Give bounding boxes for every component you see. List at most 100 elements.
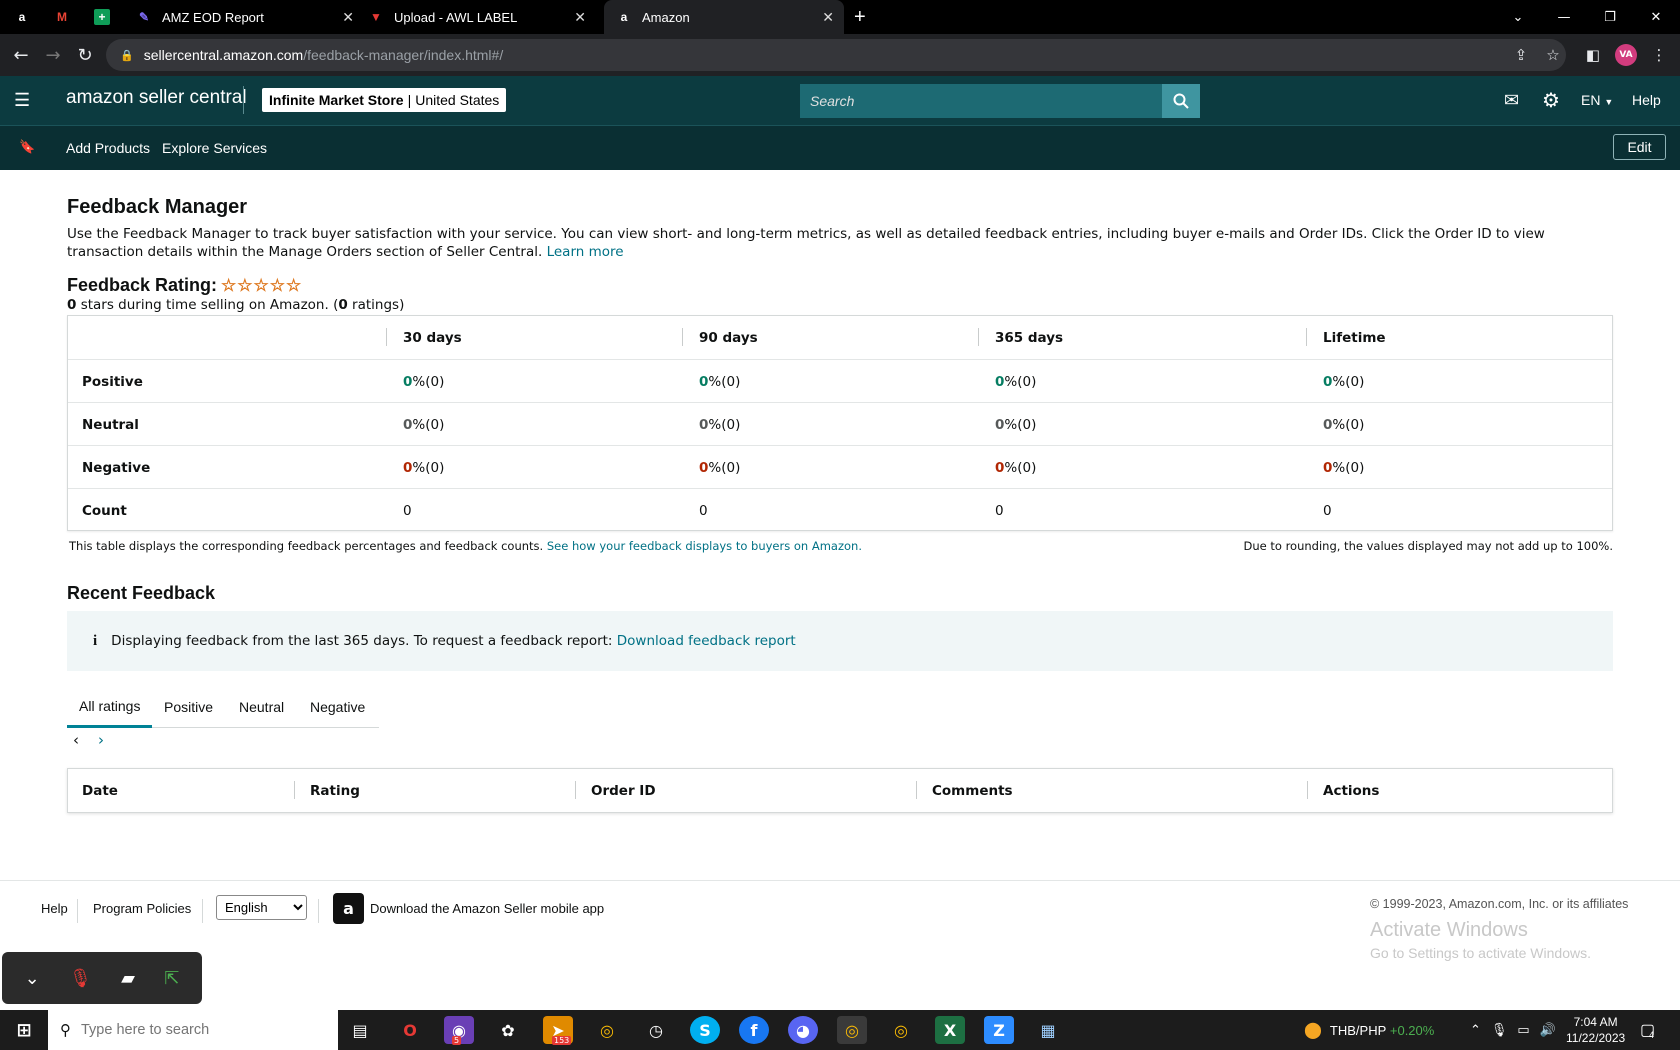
tab-gmail-pinned[interactable]: M <box>54 0 84 34</box>
minimize-button[interactable]: — <box>1541 0 1587 34</box>
close-window-button[interactable]: ✕ <box>1633 0 1679 34</box>
discord-icon[interactable]: ◕ <box>788 1016 818 1044</box>
tab-amz-eod-report[interactable]: ✎ AMZ EOD Report ✕ <box>136 0 364 34</box>
learn-more-link[interactable]: Learn more <box>547 244 624 260</box>
mail-icon[interactable]: ✉ <box>1504 90 1519 111</box>
currency-widget[interactable]: ⬤ THB/PHP +0.20% <box>1304 1010 1434 1050</box>
rating-label: Feedback Rating: <box>67 275 218 295</box>
cell-neutral-30: 0 %(0) <box>403 403 444 446</box>
column-date[interactable]: Date <box>82 769 118 812</box>
opera-icon[interactable]: O <box>395 1016 425 1044</box>
close-tab-icon[interactable]: ✕ <box>574 9 586 26</box>
prev-page-icon[interactable]: ‹ <box>73 731 79 749</box>
footer-language-select[interactable]: English <box>216 895 307 920</box>
notepad-icon[interactable]: ▦ <box>1033 1016 1063 1044</box>
notifications-button[interactable]: ▢ 4 <box>1640 1010 1655 1050</box>
tab-upload-awl-label[interactable]: ▼ Upload - AWL LABEL ✕ <box>368 0 596 34</box>
amazon-seller-app-icon[interactable]: a <box>333 893 364 924</box>
camera-icon[interactable]: ▰ <box>121 968 135 989</box>
feedback-display-link[interactable]: See how your feedback displays to buyers… <box>547 539 862 553</box>
task-view-icon[interactable]: ▤ <box>345 1016 375 1044</box>
chrome-icon[interactable]: ◎ <box>592 1016 622 1044</box>
zoom-icon[interactable]: Z <box>984 1016 1014 1044</box>
facebook-icon[interactable]: f <box>739 1016 769 1044</box>
download-report-link[interactable]: Download feedback report <box>617 633 796 649</box>
store-selector[interactable]: Infinite Market Store | United States <box>262 88 507 112</box>
menu-dots-icon[interactable]: ⋮ <box>1648 44 1670 66</box>
column-divider <box>1307 781 1308 799</box>
restore-button[interactable]: ❐ <box>1587 0 1633 34</box>
cell-negative-30: 0 %(0) <box>403 446 444 489</box>
plus-icon: + <box>854 5 866 28</box>
network-icon[interactable]: ▭ <box>1517 1022 1529 1038</box>
seller-central-logo[interactable]: amazon seller central <box>66 87 247 109</box>
side-panel-icon[interactable]: ◧ <box>1582 44 1604 66</box>
tab-amazon-pinned[interactable]: a <box>14 0 44 34</box>
language-selector[interactable]: EN ▼ <box>1581 92 1613 108</box>
table-row-count: Count 0 0 0 0 <box>68 488 1612 531</box>
chrome-profile-w-icon[interactable]: ◎ <box>886 1016 916 1044</box>
edit-button[interactable]: Edit <box>1613 134 1666 160</box>
column-order-id[interactable]: Order ID <box>591 769 656 812</box>
windows-start-icon[interactable]: ⊞ <box>9 1016 39 1044</box>
excel-icon[interactable]: X <box>935 1016 965 1044</box>
search-icon: ⚲ <box>60 1021 71 1039</box>
microphone-icon[interactable]: 🎙 <box>1491 1022 1508 1038</box>
cell-suffix: %(0) <box>1332 416 1365 433</box>
taskbar-search-input[interactable] <box>81 1022 281 1038</box>
column-comments[interactable]: Comments <box>932 769 1013 812</box>
column-divider <box>575 781 576 799</box>
tab-neutral[interactable]: Neutral <box>239 686 284 728</box>
tab-search-button[interactable]: ⌄ <box>1495 0 1541 34</box>
gear-icon[interactable]: ⚙ <box>1542 88 1560 113</box>
cell-count-365: 0 <box>995 502 1004 519</box>
clock[interactable]: 7:04 AM 11/22/2023 <box>1566 1010 1625 1050</box>
app-icon[interactable]: ✿ <box>493 1016 523 1044</box>
nav-add-products[interactable]: Add Products <box>66 140 150 156</box>
browser-toolbar: ← → ↻ 🔒 sellercentral.amazon.com/feedbac… <box>0 34 1680 76</box>
new-tab-button[interactable]: + <box>854 0 874 34</box>
cell-neutral-lifetime: 0 %(0) <box>1323 403 1364 446</box>
skype-icon[interactable]: S <box>690 1016 720 1044</box>
recent-feedback-table: Date Rating Order ID Comments Actions <box>67 768 1613 813</box>
chevron-down-icon[interactable]: ⌄ <box>25 968 40 989</box>
profile-avatar[interactable]: VA <box>1615 44 1637 66</box>
search-input[interactable] <box>810 93 1150 109</box>
address-bar[interactable]: 🔒 sellercentral.amazon.com/feedback-mana… <box>106 39 1566 71</box>
footer-program-policies-link[interactable]: Program Policies <box>93 901 191 916</box>
meeting-controls: ⌄ 🎙 ▰ ⇱ <box>2 952 202 1004</box>
download-app-link[interactable]: Download the Amazon Seller mobile app <box>370 901 604 916</box>
next-page-icon[interactable]: › <box>98 731 104 749</box>
info-icon: i <box>93 632 98 649</box>
page-title: Feedback Manager <box>67 196 248 218</box>
tab-positive[interactable]: Positive <box>164 686 213 728</box>
clock-app-icon[interactable]: ◷ <box>641 1016 671 1044</box>
hamburger-icon[interactable]: ☰ <box>14 90 30 111</box>
share-icon[interactable]: ⇪ <box>1510 44 1532 66</box>
volume-icon[interactable]: 🔊 <box>1540 1022 1556 1038</box>
footer-divider <box>202 899 203 923</box>
tab-all-ratings[interactable]: All ratings <box>67 686 153 728</box>
tab-sheets-pinned[interactable]: + <box>94 0 124 34</box>
close-tab-icon[interactable]: ✕ <box>342 9 354 26</box>
chrome-profile-va-icon[interactable]: ◎ <box>837 1016 867 1044</box>
chevron-up-icon[interactable]: ⌃ <box>1470 1022 1481 1038</box>
bookmark-star-icon[interactable]: ☆ <box>1542 44 1564 66</box>
forward-button[interactable]: → <box>42 44 64 66</box>
close-tab-icon[interactable]: ✕ <box>822 9 834 26</box>
reload-button[interactable]: ↻ <box>74 44 96 66</box>
mic-muted-icon[interactable]: 🎙 <box>69 968 92 989</box>
bookmark-nav: 🔖 Add Products Explore Services Edit <box>0 126 1680 170</box>
tab-negative[interactable]: Negative <box>310 686 365 728</box>
share-screen-icon[interactable]: ⇱ <box>164 968 179 989</box>
nav-explore-services[interactable]: Explore Services <box>162 140 267 156</box>
tab-amazon-active[interactable]: a Amazon ✕ <box>604 0 844 34</box>
bookmark-icon[interactable]: 🔖 <box>19 139 35 155</box>
search-button[interactable] <box>1162 84 1200 118</box>
windows-taskbar: ⊞ ⚲ ▤ O ◉ 5 ✿ ➤ 153 ◎ ◷ S f ◕ ◎ ◎ X Z ▦ … <box>0 1010 1680 1050</box>
help-link[interactable]: Help <box>1632 92 1661 108</box>
footer-help-link[interactable]: Help <box>41 901 68 916</box>
column-actions[interactable]: Actions <box>1323 769 1379 812</box>
column-rating[interactable]: Rating <box>310 769 360 812</box>
back-button[interactable]: ← <box>10 44 32 66</box>
